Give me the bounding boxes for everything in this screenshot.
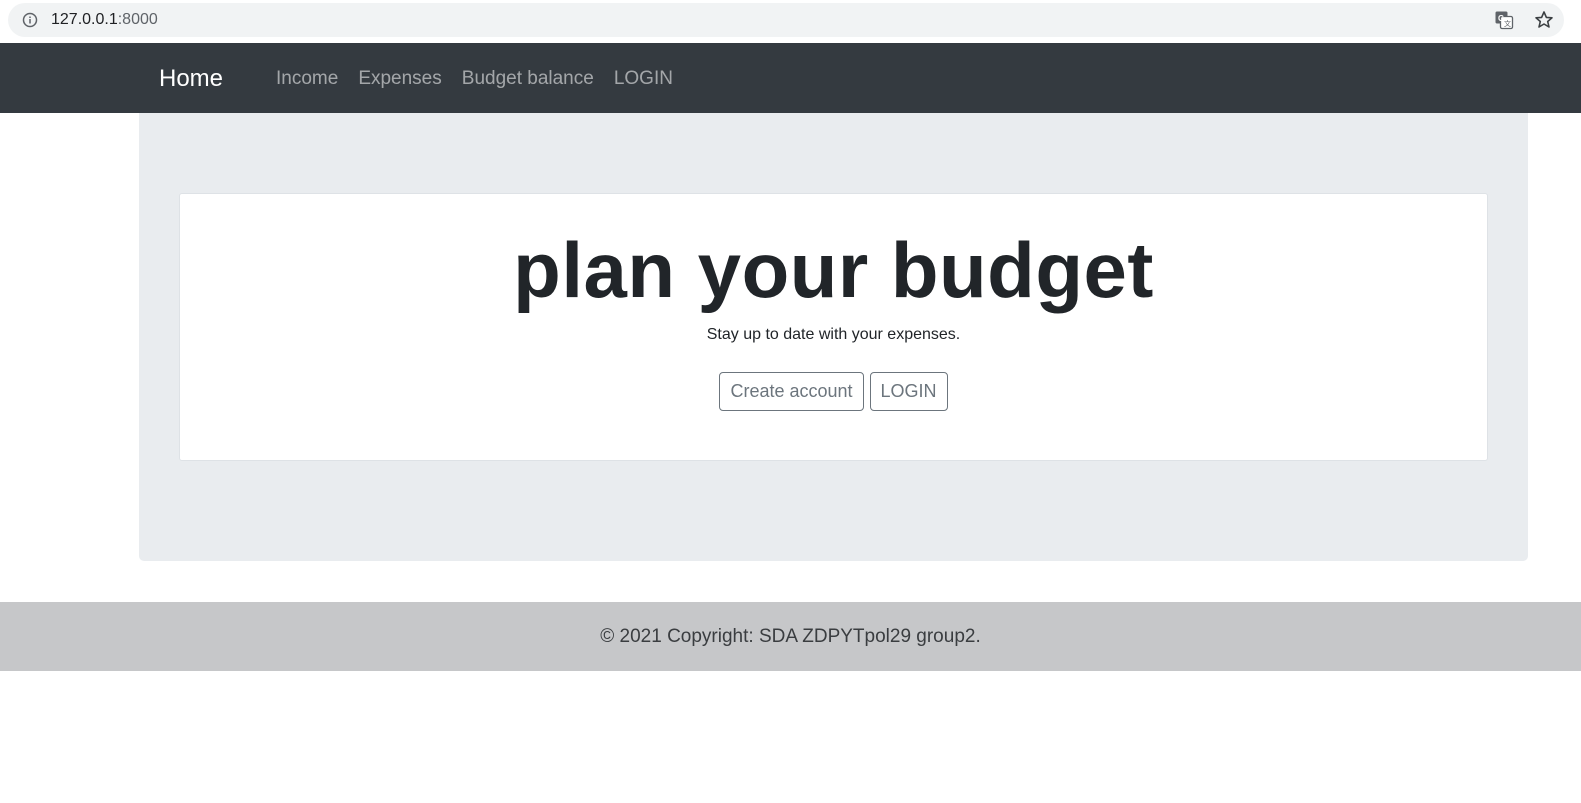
footer: © 2021 Copyright: SDA ZDPYTpol29 group2. xyxy=(0,602,1581,671)
svg-text:文: 文 xyxy=(1504,19,1511,28)
hero-title: plan your budget xyxy=(513,226,1154,314)
address-bar[interactable]: 127.0.0.1:8000 G 文 xyxy=(8,3,1564,37)
url-port: :8000 xyxy=(117,11,158,28)
nav-links: Income Expenses Budget balance LOGIN xyxy=(276,68,683,90)
nav-link-budget-balance[interactable]: Budget balance xyxy=(452,68,604,90)
nav-link-login[interactable]: LOGIN xyxy=(604,68,683,90)
hero-card: plan your budget Stay up to date with yo… xyxy=(179,193,1488,461)
browser-toolbar: 127.0.0.1:8000 G 文 xyxy=(0,0,1581,43)
info-icon[interactable] xyxy=(22,12,38,28)
jumbotron: plan your budget Stay up to date with yo… xyxy=(139,113,1528,561)
nav-link-income[interactable]: Income xyxy=(276,68,348,90)
footer-copyright: © 2021 Copyright: SDA ZDPYTpol29 group2. xyxy=(600,625,981,647)
nav-link-expenses[interactable]: Expenses xyxy=(348,68,451,90)
hero-subtitle: Stay up to date with your expenses. xyxy=(706,325,961,343)
translate-icon[interactable]: G 文 xyxy=(1494,10,1514,30)
login-button[interactable]: LOGIN xyxy=(869,371,948,411)
hero-buttons: Create account LOGIN xyxy=(180,371,1487,411)
create-account-button[interactable]: Create account xyxy=(719,371,864,411)
url-text[interactable]: 127.0.0.1:8000 xyxy=(51,11,158,29)
nav-brand-home[interactable]: Home xyxy=(159,65,223,93)
bookmark-star-icon[interactable] xyxy=(1534,10,1554,30)
url-host: 127.0.0.1 xyxy=(51,11,118,28)
navbar: Home Income Expenses Budget balance LOGI… xyxy=(0,43,1581,113)
